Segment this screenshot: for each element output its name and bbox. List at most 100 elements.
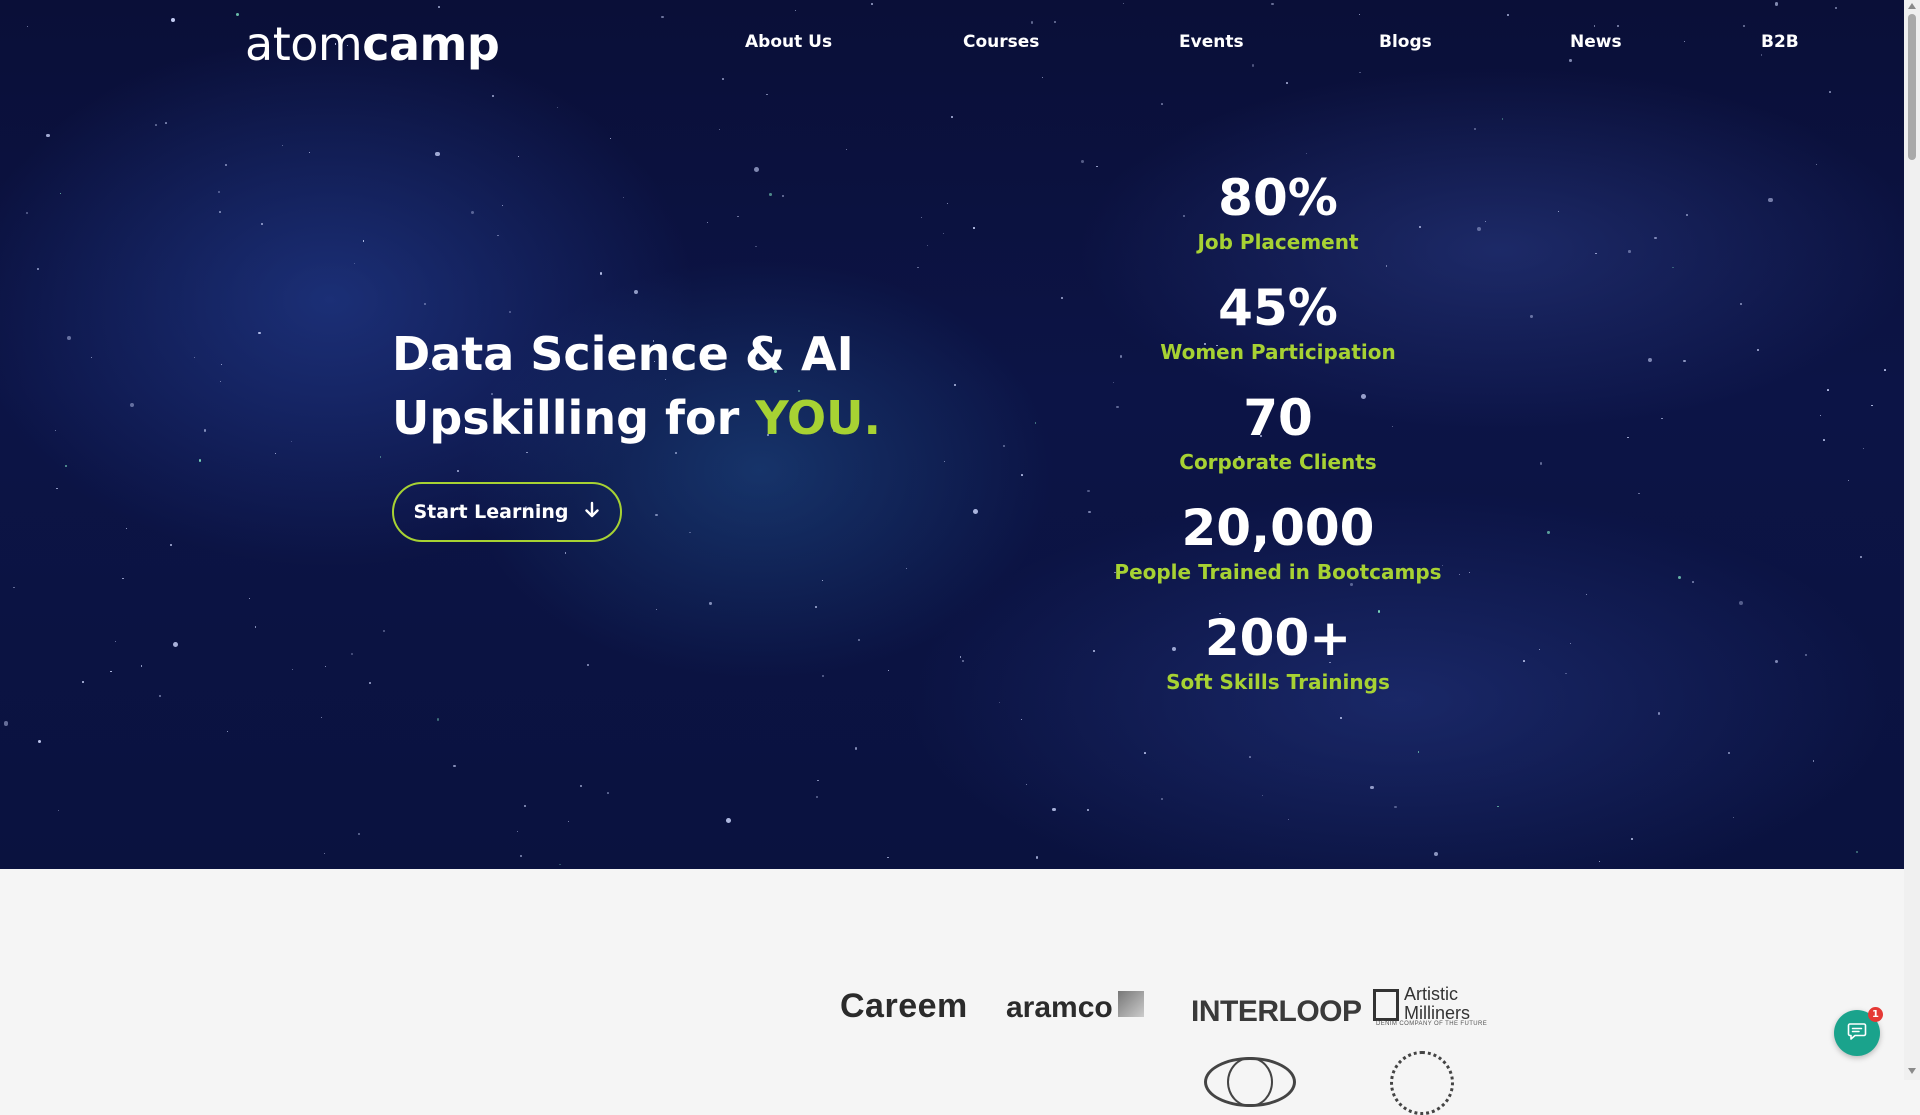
- star: [350, 652, 354, 656]
- star: [1020, 474, 1023, 477]
- star: [1617, 25, 1620, 28]
- star: [509, 310, 512, 313]
- star: [219, 380, 222, 383]
- star: [1569, 59, 1572, 63]
- scrollbar-thumb[interactable]: [1908, 14, 1916, 160]
- nav-news[interactable]: News: [1570, 32, 1622, 52]
- star: [357, 833, 360, 836]
- star: [1484, 221, 1486, 223]
- star: [519, 855, 522, 858]
- star: [854, 747, 858, 750]
- star: [1727, 752, 1730, 755]
- star: [90, 356, 92, 358]
- star: [1672, 266, 1675, 269]
- client-logos-section: Careem aramco INTERLOOP Artistic Milline…: [0, 869, 1904, 1115]
- artistic-milliners-mark-icon: [1373, 989, 1399, 1021]
- hero-section: atomcamp About Us Courses Events Blogs N…: [0, 0, 1904, 869]
- star: [115, 641, 117, 643]
- star: [1883, 369, 1886, 372]
- star: [871, 3, 873, 5]
- nav-events[interactable]: Events: [1179, 32, 1244, 52]
- star: [795, 9, 797, 12]
- star: [1683, 359, 1686, 362]
- star: [1086, 808, 1090, 812]
- star: [1627, 436, 1629, 439]
- star: [609, 137, 612, 140]
- star: [781, 194, 784, 197]
- star: [1585, 594, 1587, 596]
- star: [282, 144, 284, 147]
- artistic-line-1: Artistic: [1404, 984, 1458, 1004]
- star: [580, 785, 583, 788]
- start-learning-label: Start Learning: [413, 501, 569, 523]
- star: [1547, 531, 1550, 534]
- star: [457, 470, 459, 472]
- stat-value: 45%: [1218, 279, 1338, 337]
- chat-notification-badge: 1: [1868, 1007, 1883, 1022]
- star: [254, 626, 256, 628]
- star: [1359, 71, 1361, 74]
- star: [1827, 389, 1829, 391]
- star: [943, 460, 945, 463]
- star: [1394, 805, 1397, 809]
- star: [1768, 197, 1773, 203]
- star: [453, 764, 456, 768]
- star: [1539, 462, 1543, 466]
- star: [706, 222, 709, 224]
- star: [1686, 214, 1689, 216]
- star: [517, 156, 519, 158]
- star: [1740, 302, 1743, 305]
- stat-women-participation: 45% Women Participation: [1090, 278, 1466, 388]
- star: [1160, 798, 1163, 801]
- nav-courses[interactable]: Courses: [963, 32, 1039, 52]
- star: [1261, 794, 1263, 797]
- artistic-tagline: DENIM COMPANY OF THE FUTURE: [1376, 1021, 1488, 1027]
- star: [1805, 654, 1807, 656]
- scroll-down-icon[interactable]: [1908, 1068, 1916, 1074]
- star: [905, 567, 907, 569]
- star: [1042, 76, 1044, 79]
- star: [57, 810, 59, 812]
- star: [172, 642, 178, 648]
- star: [726, 818, 732, 824]
- nav-blogs[interactable]: Blogs: [1379, 32, 1432, 52]
- star: [1305, 152, 1307, 155]
- scroll-up-icon[interactable]: [1908, 3, 1916, 9]
- star: [821, 580, 824, 582]
- nav-about-us[interactable]: About Us: [745, 32, 832, 52]
- star: [1742, 24, 1745, 27]
- logo-text-bold: camp: [362, 17, 500, 71]
- star: [954, 384, 957, 387]
- star: [817, 779, 819, 782]
- star: [354, 262, 356, 265]
- star: [888, 670, 890, 672]
- star: [1053, 20, 1056, 23]
- star: [1051, 807, 1056, 812]
- star: [1654, 236, 1657, 240]
- star: [274, 452, 277, 455]
- star: [1828, 90, 1831, 93]
- stat-people-trained: 20,000 People Trained in Bootcamps: [1090, 498, 1466, 608]
- star: [942, 233, 944, 235]
- star: [129, 402, 135, 408]
- page-scrollbar[interactable]: [1904, 0, 1920, 1080]
- star: [523, 804, 526, 807]
- star: [1558, 210, 1560, 212]
- site-logo[interactable]: atomcamp: [245, 14, 500, 74]
- careem-logo: Careem: [840, 987, 968, 1025]
- star: [675, 451, 677, 454]
- star: [203, 429, 206, 432]
- star: [586, 663, 589, 667]
- star: [1095, 165, 1098, 168]
- star: [917, 267, 919, 269]
- start-learning-button[interactable]: Start Learning: [392, 482, 622, 542]
- star: [155, 124, 157, 126]
- star: [755, 245, 757, 247]
- star: [1569, 642, 1572, 645]
- star: [1030, 21, 1034, 24]
- nav-b2b[interactable]: B2B: [1761, 32, 1799, 52]
- star: [1860, 556, 1862, 558]
- star: [438, 6, 440, 8]
- star: [1160, 103, 1163, 105]
- star: [368, 682, 371, 685]
